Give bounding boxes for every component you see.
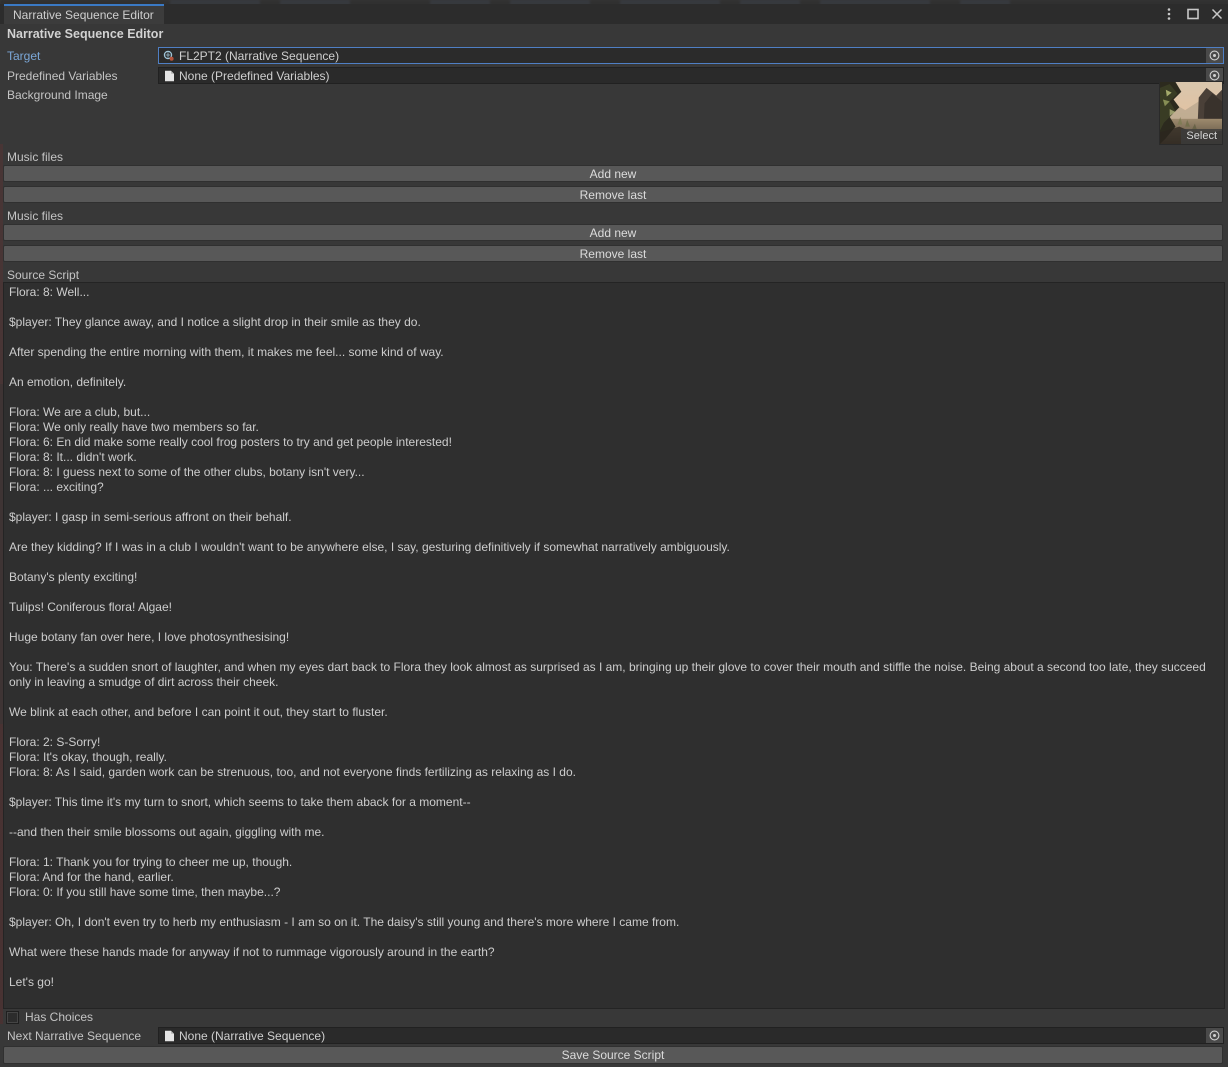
predefined-variables-object-field[interactable]: None (Predefined Variables) — [158, 67, 1224, 84]
close-icon[interactable] — [1209, 7, 1224, 22]
window-tab-bar: Narrative Sequence Editor — [0, 4, 1228, 24]
target-label: Target — [7, 49, 41, 63]
maximize-icon[interactable] — [1185, 7, 1200, 22]
field-row-target: Target FL2PT2 (Narrative Sequence) — [0, 47, 1228, 65]
source-script-line: Botany's plenty exciting! — [9, 570, 138, 584]
background-image-label: Background Image — [7, 88, 108, 102]
source-script-textarea[interactable]: Flora: 8: Well... $player: They glance aw… — [3, 282, 1225, 1009]
source-script-line — [9, 780, 1220, 795]
music-files-remove-last-button-2[interactable]: Remove last — [3, 245, 1223, 262]
source-script-line: Flora: 6: En did make some really cool f… — [9, 435, 452, 449]
inspector-body: Narrative Sequence Editor Target FL2PT2 … — [0, 24, 1228, 1067]
source-script-line: What were these hands made for anyway if… — [9, 945, 495, 959]
source-script-line: Flora: 2: S-Sorry! — [9, 735, 101, 749]
predefined-variables-label: Predefined Variables — [7, 69, 118, 83]
source-script-line: Flora: And for the hand, earlier. — [9, 870, 174, 884]
source-script-line — [9, 690, 1220, 705]
source-script-content: Flora: 8: Well... $player: They glance aw… — [9, 285, 1220, 990]
source-script-line — [9, 360, 1220, 375]
source-script-line — [9, 720, 1220, 735]
background-image-preview[interactable]: Select — [1159, 81, 1223, 145]
tab-narrative-sequence-editor[interactable]: Narrative Sequence Editor — [4, 4, 164, 24]
source-script-line: $player: They glance away, and I notice … — [9, 315, 421, 329]
source-script-label: Source Script — [7, 268, 80, 282]
music-files-label-2: Music files — [7, 209, 64, 223]
music-files-label-1: Music files — [7, 150, 64, 164]
next-narrative-sequence-label: Next Narrative Sequence — [7, 1029, 142, 1043]
script-asset-icon — [162, 1029, 176, 1043]
source-script-line — [9, 930, 1220, 945]
script-asset-icon — [162, 69, 176, 83]
narrative-sequence-asset-icon — [162, 49, 176, 63]
source-script-line: Are they kidding? If I was in a club I w… — [9, 540, 730, 554]
source-script-line: Tulips! Coniferous flora! Algae! — [9, 600, 172, 614]
source-script-line: Flora: ... exciting? — [9, 480, 104, 494]
source-script-line: $player: I gasp in semi-serious affront … — [9, 510, 292, 524]
source-script-line: Flora: We only really have two members s… — [9, 420, 259, 434]
source-script-line: After spending the entire morning with t… — [9, 345, 444, 359]
field-row-next-narrative-sequence: Next Narrative Sequence None (Narrative … — [0, 1027, 1228, 1045]
has-choices-checkbox[interactable] — [6, 1010, 19, 1024]
source-script-line: Flora: It's okay, though, really. — [9, 750, 167, 764]
field-row-background-image: Background Image — [0, 86, 1228, 104]
source-script-line — [9, 525, 1220, 540]
source-script-line: Flora: 8: Well... — [9, 285, 90, 299]
predefined-variables-value: None (Predefined Variables) — [179, 68, 330, 83]
source-script-line: Huge botany fan over here, I love photos… — [9, 630, 290, 644]
source-script-line — [9, 585, 1220, 600]
next-narrative-sequence-object-picker-icon[interactable] — [1206, 1028, 1223, 1043]
window-controls — [1161, 4, 1224, 24]
source-script-line — [9, 960, 1220, 975]
source-script-line — [9, 390, 1220, 405]
more-options-icon[interactable] — [1161, 7, 1176, 22]
source-script-line — [9, 555, 1220, 570]
source-script-line: You: There's a sudden snort of laughter,… — [9, 660, 1210, 689]
source-script-line: $player: Oh, I don't even try to herb my… — [9, 915, 680, 929]
target-object-picker-icon[interactable] — [1206, 48, 1223, 63]
source-script-line — [9, 615, 1220, 630]
source-script-line — [9, 495, 1220, 510]
source-script-line: Flora: 8: I guess next to some of the ot… — [9, 465, 365, 479]
source-script-line: Flora: 0: If you still have some time, t… — [9, 885, 281, 899]
source-script-line — [9, 300, 1220, 315]
has-choices-row[interactable]: Has Choices — [0, 1009, 93, 1025]
source-script-line: Let's go! — [9, 975, 54, 989]
source-script-line — [9, 645, 1220, 660]
source-script-line: An emotion, definitely. — [9, 375, 127, 389]
source-script-line: Flora: 8: As I said, garden work can be … — [9, 765, 576, 779]
source-script-line — [9, 330, 1220, 345]
source-script-line: Flora: We are a club, but... — [9, 405, 151, 419]
target-object-field[interactable]: FL2PT2 (Narrative Sequence) — [158, 47, 1224, 64]
next-narrative-sequence-value: None (Narrative Sequence) — [179, 1028, 326, 1043]
next-narrative-sequence-object-field[interactable]: None (Narrative Sequence) — [158, 1027, 1224, 1044]
background-image-select-button[interactable]: Select — [1181, 129, 1222, 144]
music-files-add-new-button-2[interactable]: Add new — [3, 224, 1223, 241]
source-script-line — [9, 810, 1220, 825]
source-script-line: Flora: 1: Thank you for trying to cheer … — [9, 855, 293, 869]
narrative-sequence-editor-window: Narrative Sequence Editor Narrative Sequ… — [0, 0, 1228, 1067]
save-source-script-button[interactable]: Save Source Script — [3, 1046, 1223, 1064]
source-script-line: Flora: 8: It... didn't work. — [9, 450, 137, 464]
source-script-line: --and then their smile blossoms out agai… — [9, 825, 325, 839]
tab-label: Narrative Sequence Editor — [13, 8, 154, 22]
source-script-line: $player: This time it's my turn to snort… — [9, 795, 471, 809]
field-row-predefined-variables: Predefined Variables None (Predefined Va… — [0, 67, 1228, 85]
music-files-add-new-button-1[interactable]: Add new — [3, 165, 1223, 182]
page-title: Narrative Sequence Editor — [7, 27, 164, 41]
target-value: FL2PT2 (Narrative Sequence) — [179, 48, 340, 63]
source-script-line — [9, 840, 1220, 855]
source-script-line: We blink at each other, and before I can… — [9, 705, 388, 719]
source-script-line — [9, 900, 1220, 915]
music-files-remove-last-button-1[interactable]: Remove last — [3, 186, 1223, 203]
has-choices-label: Has Choices — [25, 1010, 94, 1024]
